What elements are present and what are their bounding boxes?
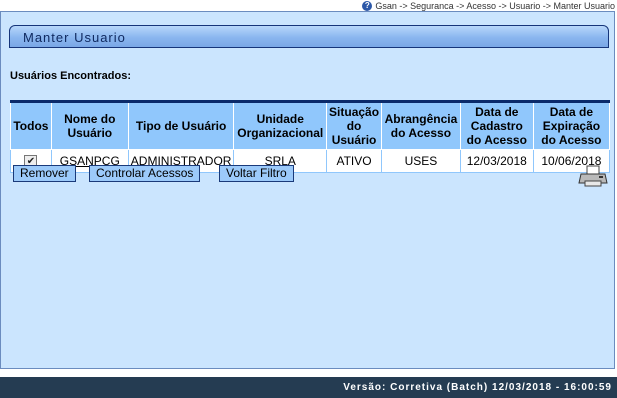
col-nome: Nome do Usuário (50, 101, 129, 150)
remover-button[interactable]: Remover (13, 165, 76, 182)
section-label: Usuários Encontrados: (10, 70, 132, 82)
version-footer: Versão: Corretiva (Batch) 12/03/2018 - 1… (0, 377, 617, 398)
col-todos[interactable]: Todos (10, 101, 52, 150)
breadcrumb: ? Gsan -> Seguranca -> Acesso -> Usuario… (362, 0, 615, 11)
breadcrumb-text: Gsan -> Seguranca -> Acesso -> Usuario -… (375, 0, 615, 11)
col-expiracao: Data de Expiração do Acesso (532, 101, 611, 150)
main-panel: Manter Usuario Usuários Encontrados: Tod… (0, 11, 615, 369)
col-abrangencia: Abrangência do Acesso (381, 101, 461, 150)
help-icon[interactable]: ? (362, 0, 373, 11)
abrangencia-cell: USES (381, 149, 461, 173)
col-unidade: Unidade Organizacional (233, 101, 328, 150)
situacao-cell: ATIVO (326, 149, 383, 173)
title-bar: Manter Usuario (9, 25, 609, 48)
voltar-filtro-button[interactable]: Voltar Filtro (219, 165, 294, 182)
users-table: Todos Nome do Usuário Tipo de Usuário Uni… (10, 100, 611, 173)
controlar-acessos-button[interactable]: Controlar Acessos (89, 165, 201, 182)
table-header-row: Todos Nome do Usuário Tipo de Usuário Uni… (10, 101, 611, 150)
col-situacao: Situação do Usuário (326, 101, 383, 150)
col-tipo: Tipo de Usuário (127, 101, 235, 150)
page-title: Manter Usuario (23, 30, 126, 45)
cadastro-cell: 12/03/2018 (459, 149, 534, 173)
col-cadastro: Data de Cadastro do Acesso (459, 101, 534, 150)
printer-icon[interactable] (578, 164, 608, 188)
